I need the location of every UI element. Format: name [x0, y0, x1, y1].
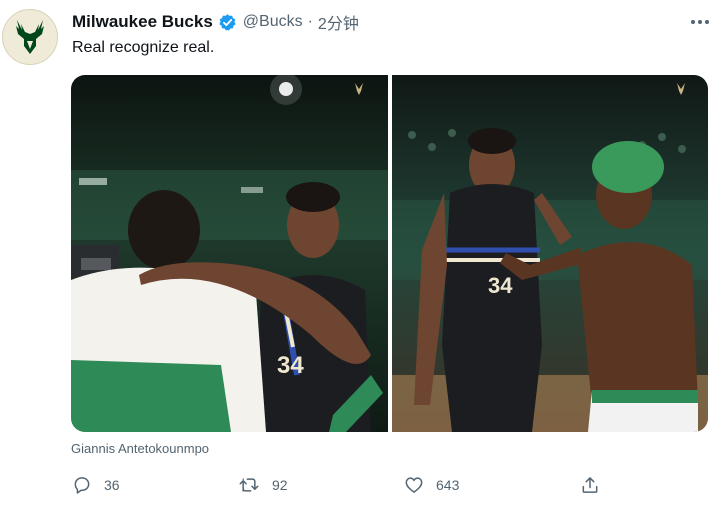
reply-count: 36	[104, 477, 120, 493]
like-button[interactable]: 643	[404, 471, 459, 499]
tweet-actions: 36 92 643	[72, 471, 712, 499]
tweet-header: Milwaukee Bucks @Bucks · 2分钟	[72, 10, 359, 34]
avatar[interactable]	[2, 9, 58, 65]
reply-icon	[74, 477, 90, 494]
bucks-logo	[16, 20, 44, 54]
tweet-timestamp[interactable]: 2分钟	[318, 10, 359, 34]
photo-right[interactable]: 34	[392, 75, 708, 432]
jersey-number-right: 34	[488, 273, 513, 298]
share-icon	[582, 477, 598, 493]
retweet-button[interactable]: 92	[238, 471, 288, 499]
more-icon[interactable]	[688, 10, 712, 34]
share-button[interactable]	[580, 471, 600, 499]
verified-badge-icon	[218, 13, 237, 32]
retweet-count: 92	[272, 477, 288, 493]
photo-left[interactable]: 34	[71, 75, 388, 432]
retweet-icon	[239, 478, 259, 492]
media-grid: 34 34	[71, 75, 708, 432]
tweet-text: Real recognize real.	[72, 39, 215, 56]
header-separator: ·	[307, 13, 313, 30]
media-caption: Giannis Antetokounmpo	[71, 441, 210, 456]
like-count: 643	[436, 477, 460, 493]
like-icon	[405, 477, 423, 493]
author-name[interactable]: Milwaukee Bucks	[72, 12, 213, 32]
jersey-number-left: 34	[277, 352, 304, 379]
reply-button[interactable]: 36	[72, 471, 120, 499]
author-handle[interactable]: @Bucks	[243, 13, 303, 31]
